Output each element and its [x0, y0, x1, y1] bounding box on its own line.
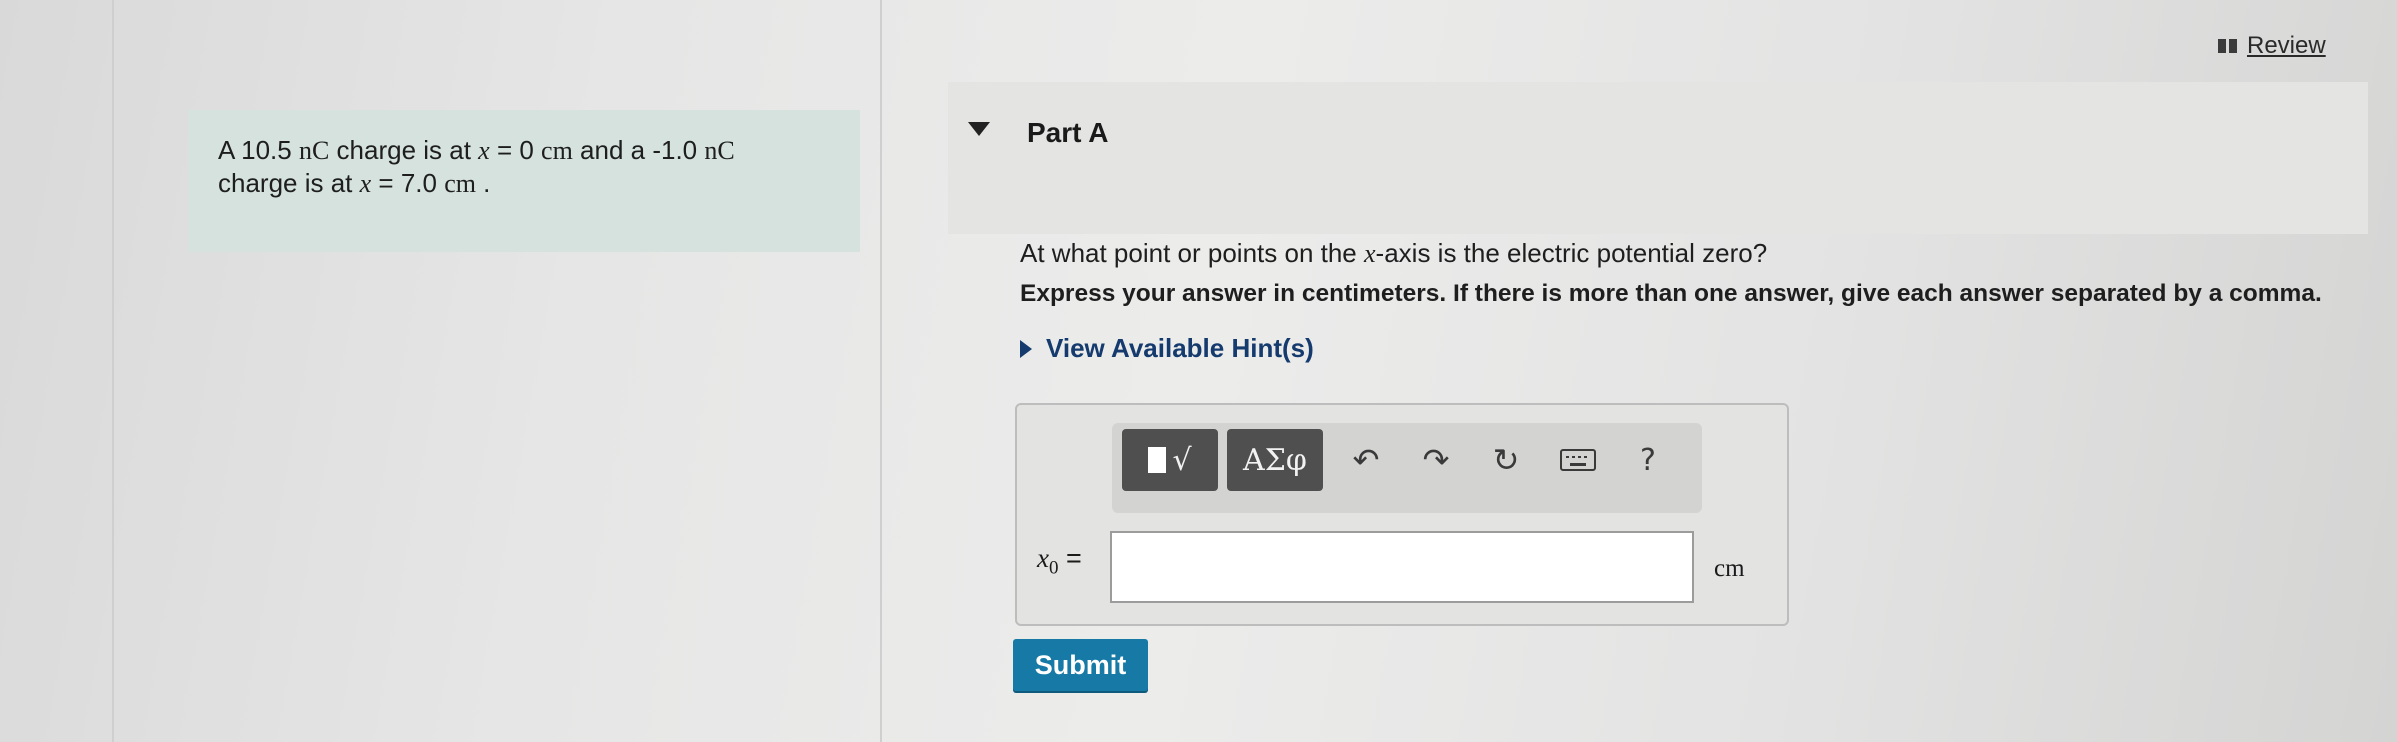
- book-icon: [2218, 39, 2237, 53]
- page-edge-left: [112, 0, 114, 742]
- radical-icon: √: [1172, 442, 1192, 478]
- answer-unit: cm: [1714, 555, 1745, 582]
- redo-icon[interactable]: ↷: [1416, 440, 1456, 480]
- undo-icon[interactable]: ↶: [1346, 440, 1386, 480]
- view-hints-toggle[interactable]: View Available Hint(s): [1020, 333, 1314, 364]
- problem-statement: A 10.5 nC charge is at x = 0 cm and a -1…: [188, 110, 860, 252]
- greek-symbols-button[interactable]: ΑΣφ: [1227, 429, 1323, 491]
- part-header: [948, 82, 2368, 234]
- template-block-icon: [1148, 447, 1167, 473]
- problem-line-1: A 10.5 nC charge is at x = 0 cm and a -1…: [218, 135, 735, 165]
- templates-button[interactable]: √: [1122, 429, 1218, 491]
- expand-triangle-icon: [1020, 339, 1032, 358]
- part-title[interactable]: Part A: [1027, 117, 1108, 149]
- hint-label[interactable]: View Available Hint(s): [1046, 333, 1314, 364]
- column-divider: [880, 0, 882, 742]
- review-link-group[interactable]: Review: [2218, 32, 2326, 60]
- submit-button[interactable]: Submit: [1013, 639, 1148, 691]
- answer-input[interactable]: [1110, 531, 1694, 603]
- problem-line-2: charge is at x = 7.0 cm .: [218, 168, 491, 198]
- answer-instruction: Express your answer in centimeters. If t…: [1020, 280, 2322, 307]
- answer-variable-label: x0 =: [1037, 543, 1082, 579]
- review-link[interactable]: Review: [2247, 32, 2326, 60]
- question-text: At what point or points on the x-axis is…: [1020, 238, 1768, 268]
- keyboard-shortcuts-button[interactable]: [1558, 440, 1598, 480]
- reset-icon[interactable]: ↻: [1486, 440, 1526, 480]
- collapse-triangle-icon[interactable]: [968, 122, 990, 136]
- keyboard-icon: [1560, 449, 1596, 471]
- help-button[interactable]: ?: [1628, 440, 1668, 480]
